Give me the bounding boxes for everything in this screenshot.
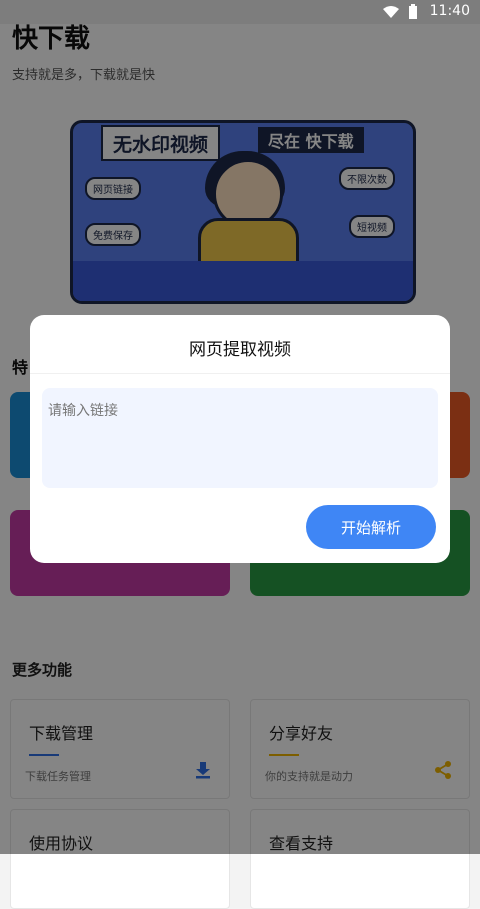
dialog-divider	[30, 373, 450, 374]
extract-video-dialog: 网页提取视频 开始解析	[30, 315, 450, 563]
status-icons	[382, 4, 418, 20]
status-time: 11:40	[429, 3, 470, 19]
dialog-title: 网页提取视频	[189, 340, 291, 360]
wifi-icon	[383, 6, 399, 18]
link-input[interactable]	[42, 388, 438, 488]
battery-icon	[409, 4, 417, 19]
start-parse-button[interactable]: 开始解析	[306, 505, 436, 549]
